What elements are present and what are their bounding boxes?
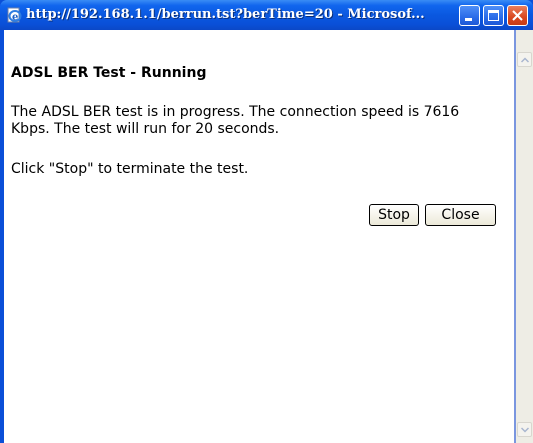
close-window-button[interactable] [507, 5, 528, 26]
test-description: The ADSL BER test is in progress. The co… [11, 104, 460, 137]
vertical-scrollbar[interactable] [516, 30, 533, 443]
window-title: http://192.168.1.1/berrun.tst?berTime=20… [26, 7, 425, 22]
minimize-button[interactable] [459, 5, 480, 26]
svg-text:e: e [12, 12, 18, 23]
stop-hint: Click "Stop" to terminate the test. [11, 161, 249, 177]
stop-button[interactable]: Stop [369, 204, 419, 226]
browser-popup-window: e http://192.168.1.1/berrun.tst?berTime=… [0, 0, 533, 443]
page-content-area: ADSL BER Test - Running The ADSL BER tes… [4, 30, 514, 443]
scroll-up-arrow-icon [521, 57, 529, 63]
scroll-up-button[interactable] [517, 52, 532, 67]
scroll-down-arrow-icon [521, 427, 529, 433]
scroll-down-button[interactable] [517, 422, 532, 437]
maximize-icon [488, 10, 499, 21]
minimize-icon [465, 18, 472, 21]
ie-page-icon: e [6, 7, 22, 23]
maximize-button[interactable] [483, 5, 504, 26]
page-title: ADSL BER Test - Running [11, 65, 207, 81]
close-button[interactable]: Close [425, 204, 496, 226]
title-bar[interactable]: e http://192.168.1.1/berrun.tst?berTime=… [0, 0, 533, 30]
close-icon [512, 10, 523, 21]
